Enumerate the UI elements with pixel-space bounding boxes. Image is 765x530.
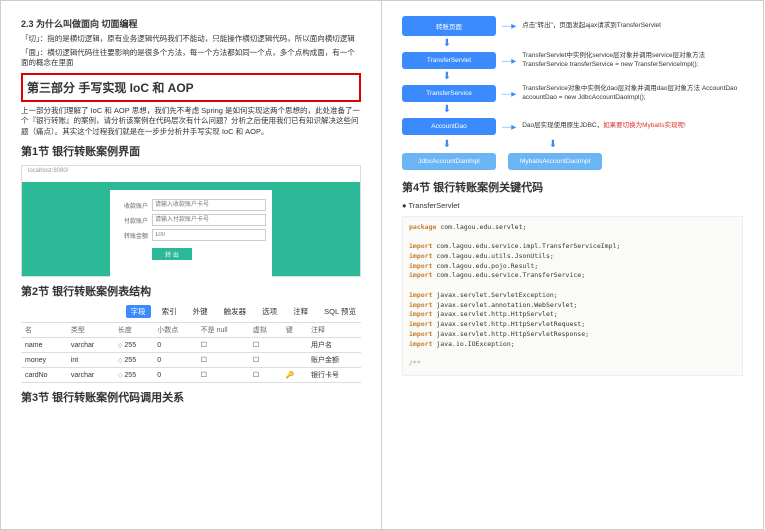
part3-highlight-box: 第三部分 手写实现 IoC 和 AOP: [21, 73, 361, 102]
section2-title: 第2节 银行转账案例表结构: [21, 283, 361, 299]
page-right: 转账页面──▶点击"转出"，页面发起ajax请求到TransferServlet…: [382, 0, 764, 530]
input-payee[interactable]: [152, 199, 266, 211]
code-import: import com.lagou.edu.service.impl.Transf…: [409, 242, 736, 252]
diag-text-2: TransferServlet中实例化service层对象并调用service层…: [522, 52, 743, 69]
tab-fk[interactable]: 外键: [188, 305, 213, 318]
bullet-transferservlet: ● TransferServlet: [402, 201, 743, 212]
screenshot-transfer-ui: localhost:8080/ 收款账户 付款账户 转账金额 转 出: [21, 165, 361, 277]
tab-comment[interactable]: 注释: [288, 305, 313, 318]
code-import: import javax.servlet.annotation.WebServl…: [409, 301, 736, 311]
arrow-down-icon: ⬇: [402, 105, 492, 115]
diag-text-3: TransferService对象中实例化dao层对象并调用dao层对象方法 A…: [522, 85, 743, 102]
tab-fields[interactable]: 字段: [126, 305, 151, 318]
code-import: import javax.servlet.http.HttpServletReq…: [409, 320, 736, 330]
code-import: import javax.servlet.http.HttpServlet;: [409, 310, 736, 320]
code-comment: /**: [409, 359, 736, 369]
label-amount: 转账金额: [116, 231, 148, 240]
transfer-form: 收款账户 付款账户 转账金额 转 出: [110, 190, 272, 277]
label-payee: 收款账户: [116, 201, 148, 210]
input-amount[interactable]: [152, 229, 266, 241]
part3-title: 第三部分 手写实现 IoC 和 AOP: [27, 79, 355, 96]
code-import: import com.lagou.edu.utils.JsonUtils;: [409, 252, 736, 262]
code-block: package package com.lagou.edu.servlet;co…: [402, 216, 743, 376]
table-row: cardNovarchar◇ 2550☐☐🔑银行卡号: [21, 368, 361, 383]
code-import: import com.lagou.edu.pojo.Result;: [409, 262, 736, 272]
tab-options[interactable]: 选项: [257, 305, 282, 318]
table-row: moneyint◇ 2550☐☐账户金额: [21, 353, 361, 368]
diag-box-mybatis: MybatisAccountDaoImpl: [508, 153, 602, 170]
diag-text-4: Dao层实现使用原生JDBC，如果要切换为Mybatis实现呢!: [522, 122, 743, 130]
input-payer[interactable]: [152, 214, 266, 226]
table-tabs: 字段 索引 外键 触发器 选项 注释 SQL 预览: [21, 305, 361, 318]
code-import: import javax.servlet.ServletException;: [409, 291, 736, 301]
code-import: import javax.servlet.http.HttpServletRes…: [409, 330, 736, 340]
label-payer: 付款账户: [116, 216, 148, 225]
arrow-down-icon: ⬇: [402, 72, 492, 82]
diag-box-dao: AccountDao: [402, 118, 496, 135]
tab-index[interactable]: 索引: [157, 305, 182, 318]
diag-box-service: TransferService: [402, 85, 496, 102]
heading-2-3: 2.3 为什么叫做面向 切面编程: [21, 17, 361, 30]
table-header-row: 名类型长度小数点不是 null虚拟键注释: [21, 323, 361, 338]
schema-table: 名类型长度小数点不是 null虚拟键注释 namevarchar◇ 2550☐☐…: [21, 322, 361, 383]
diag-box-servlet: TransferServlet: [402, 52, 496, 69]
page-left: 2.3 为什么叫做面向 切面编程 「切」：指的是横切逻辑，原有业务逻辑代码我们不…: [0, 0, 382, 530]
section4-title: 第4节 银行转账案例关键代码: [402, 179, 743, 195]
diag-box-jdbc: JdbcAccountDaoImpl: [402, 153, 496, 170]
arrow-down-icon: ⬇: [508, 140, 598, 150]
diag-box-page: 转账页面: [402, 16, 496, 36]
section1-title: 第1节 银行转账案例界面: [21, 143, 361, 159]
diag-text-1: 点击"转出"，页面发起ajax请求到TransferServlet: [522, 22, 743, 30]
tab-trigger[interactable]: 触发器: [219, 305, 252, 318]
call-diagram: 转账页面──▶点击"转出"，页面发起ajax请求到TransferServlet…: [402, 13, 743, 173]
arrow-down-icon: ⬇: [402, 140, 492, 150]
tab-sql[interactable]: SQL 预览: [319, 305, 361, 318]
arrow-down-icon: ⬇: [402, 39, 492, 49]
browser-url: localhost:8080/: [22, 166, 360, 182]
part3-intro: 上一部分我们理解了 IoC 和 AOP 思想，我们先不考虑 Spring 是如何…: [21, 106, 361, 138]
code-import: import com.lagou.edu.service.TransferSer…: [409, 271, 736, 281]
table-row: namevarchar◇ 2550☐☐用户名: [21, 338, 361, 353]
para-qie: 「切」：指的是横切逻辑，原有业务逻辑代码我们不能动，只能操作横切逻辑代码，所以面…: [21, 34, 361, 45]
section3-title: 第3节 银行转账案例代码调用关系: [21, 389, 361, 405]
code-import: import java.io.IOException;: [409, 340, 736, 350]
transfer-button[interactable]: 转 出: [152, 248, 192, 260]
para-mian: 「面」：横切逻辑代码往往要影响的是很多个方法，每一个方法都如同一个点，多个点构成…: [21, 48, 361, 69]
